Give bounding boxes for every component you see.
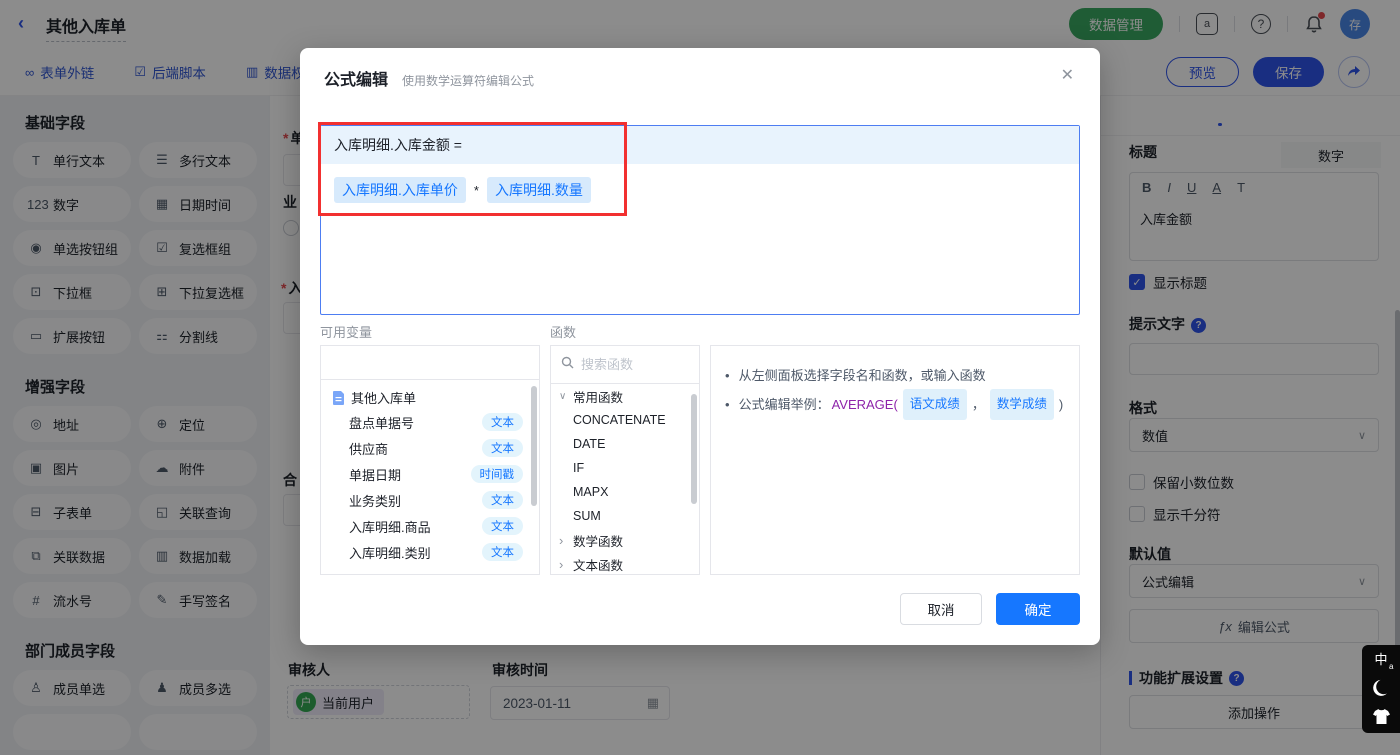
formula-expression[interactable]: 入库明细.入库单价 * 入库明细.数量	[321, 164, 1079, 216]
functions-label: 函数	[550, 325, 577, 340]
function-name: DATE	[573, 437, 606, 451]
variable-row[interactable]: 单据日期 时间戳	[321, 461, 539, 487]
formula-token[interactable]: 入库明细.入库单价	[334, 177, 466, 203]
variables-panel: 其他入库单 盘点单据号 文本 供应商 文本 单据日期 时间戳 业务类别 文本 入…	[320, 345, 540, 575]
tree-root-label: 其他入库单	[351, 391, 417, 406]
theme-shirt-icon[interactable]	[1372, 709, 1390, 724]
functions-scrollbar[interactable]	[691, 394, 697, 504]
variable-row[interactable]: 入库明细.商品 文本	[321, 513, 539, 539]
modal-footer: 取消 确定	[900, 593, 1080, 625]
function-row[interactable]: IF	[551, 456, 699, 480]
modal-header: 公式编辑 使用数学运算符编辑公式	[324, 66, 534, 90]
function-row[interactable]: 常用函数	[551, 384, 699, 408]
variable-type-badge: 文本	[482, 439, 523, 457]
language-toggle-icon[interactable]: 中a	[1374, 653, 1393, 671]
caret-icon	[559, 533, 573, 548]
variable-name: 入库明细.类别	[349, 545, 431, 561]
function-row[interactable]: 文本函数	[551, 552, 699, 574]
variable-name: 盘点单据号	[349, 415, 415, 431]
formula-hints-panel: 从左侧面板选择字段名和函数，或输入函数 公式编辑举例： AVERAGE( 语文成…	[710, 345, 1080, 575]
floating-utility-widget: 中a	[1362, 645, 1400, 733]
hint-token: 数学成绩	[989, 389, 1054, 420]
function-name: 数学函数	[573, 534, 624, 549]
modal-title: 公式编辑	[324, 72, 389, 89]
functions-list: 常用函数 CONCATENATE DATE IF MAPX	[551, 384, 699, 574]
function-name: SUM	[573, 509, 601, 523]
search-icon	[561, 356, 574, 374]
function-name: 常用函数	[573, 390, 624, 405]
multiply-operator: *	[473, 182, 479, 198]
hint-function-name: AVERAGE(	[831, 397, 898, 412]
close-icon[interactable]: ✕	[1061, 65, 1074, 85]
formula-token[interactable]: 入库明细.数量	[486, 177, 591, 203]
function-row[interactable]: SUM	[551, 504, 699, 528]
variables-scrollbar[interactable]	[531, 386, 537, 506]
function-name: 文本函数	[573, 558, 624, 573]
function-name: IF	[573, 461, 585, 475]
variable-type-badge: 文本	[482, 413, 523, 431]
variables-tree-root[interactable]: 其他入库单	[321, 380, 539, 409]
modal-subtitle: 使用数学运算符编辑公式	[402, 74, 535, 88]
formula-editor-modal: 公式编辑 使用数学运算符编辑公式 ✕ 入库明细.入库金额 = 入库明细.入库单价…	[300, 48, 1100, 645]
variable-row[interactable]: 供应商 文本	[321, 435, 539, 461]
hint-token: 语文成绩	[902, 389, 967, 420]
variables-list: 盘点单据号 文本 供应商 文本 单据日期 时间戳 业务类别 文本 入库明细.商品…	[321, 409, 539, 565]
function-row[interactable]: DATE	[551, 432, 699, 456]
cancel-button[interactable]: 取消	[900, 593, 982, 625]
document-icon	[333, 390, 344, 405]
variable-type-badge: 时间戳	[470, 465, 523, 483]
functions-panel: 常用函数 CONCATENATE DATE IF MAPX	[550, 345, 700, 575]
variable-name: 入库明细.商品	[349, 519, 431, 535]
variable-type-badge: 文本	[482, 543, 523, 561]
hint-line: 从左侧面板选择字段名和函数，或输入函数	[725, 362, 1065, 389]
function-name: CONCATENATE	[573, 413, 666, 427]
function-name: MAPX	[573, 485, 609, 499]
form-designer-app: ‹ 其他入库单 数据管理 a ? 存 ∞ 表单外链 ☑ 后端脚本 ▥ 数据权限 …	[0, 0, 1400, 755]
function-search	[551, 346, 699, 384]
function-row[interactable]: 数学函数	[551, 528, 699, 552]
formula-editor[interactable]: 入库明细.入库金额 = 入库明细.入库单价 * 入库明细.数量	[320, 125, 1080, 315]
variable-name: 单据日期	[349, 467, 402, 483]
formula-target: 入库明细.入库金额 =	[321, 126, 1079, 164]
dark-mode-moon-icon[interactable]	[1372, 679, 1390, 697]
hint-example-prefix: 公式编辑举例：	[738, 397, 830, 412]
function-row[interactable]: MAPX	[551, 480, 699, 504]
variable-row[interactable]: 入库明细.类别 文本	[321, 539, 539, 565]
hint-comma: ，	[971, 397, 985, 412]
function-search-input[interactable]	[581, 357, 676, 372]
variable-row[interactable]: 盘点单据号 文本	[321, 409, 539, 435]
variable-type-badge: 文本	[482, 517, 523, 535]
variable-type-badge: 文本	[482, 491, 523, 509]
hint-close-paren: )	[1058, 397, 1064, 412]
variables-label: 可用变量	[320, 325, 373, 340]
confirm-button[interactable]: 确定	[996, 593, 1080, 625]
caret-icon	[559, 557, 573, 572]
variables-tabs	[321, 346, 539, 380]
hint-example-line: 公式编辑举例： AVERAGE( 语文成绩 ， 数学成绩 )	[725, 389, 1065, 420]
variable-row[interactable]: 业务类别 文本	[321, 487, 539, 513]
variable-name: 业务类别	[349, 493, 402, 509]
variable-name: 供应商	[349, 441, 389, 457]
caret-icon	[559, 391, 573, 402]
function-row[interactable]: CONCATENATE	[551, 408, 699, 432]
